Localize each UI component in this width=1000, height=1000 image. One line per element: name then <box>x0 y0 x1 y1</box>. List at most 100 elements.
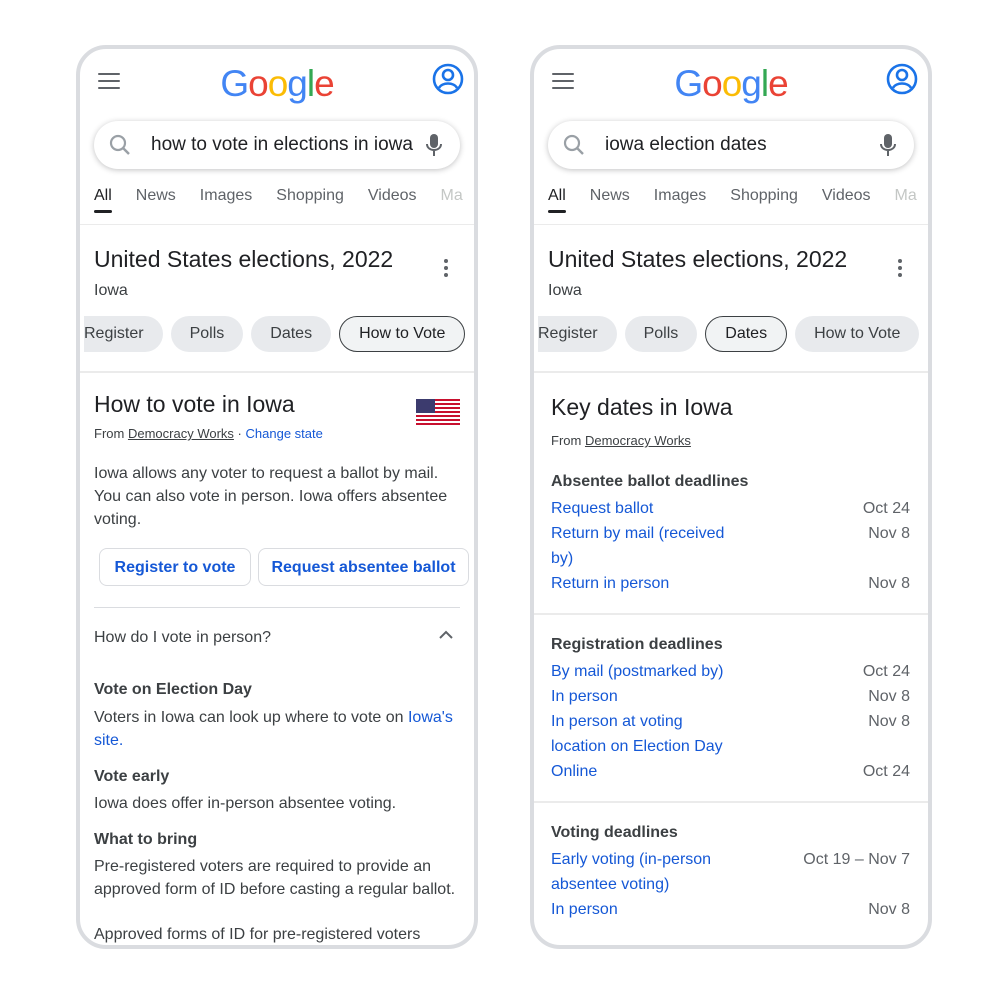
register-to-vote-button[interactable]: Register to vote <box>99 548 251 586</box>
search-input[interactable]: iowa election dates <box>605 134 767 156</box>
date-row: By mail (postmarked by) Oct 24 <box>551 659 910 684</box>
google-logo[interactable]: Google <box>80 63 474 105</box>
logo-letter: G <box>220 63 249 104</box>
logo-letter: l <box>306 63 315 104</box>
search-tabs: All News Images Shopping Videos Ma <box>94 187 474 217</box>
intro-text: Iowa allows any voter to request a ballo… <box>94 465 448 528</box>
mic-icon[interactable] <box>424 132 444 158</box>
tab-divider <box>80 224 474 225</box>
logo-letter: G <box>674 63 703 104</box>
more-vert-icon[interactable] <box>444 259 448 277</box>
tab-news[interactable]: News <box>590 187 630 211</box>
chip-dates[interactable]: Dates <box>705 316 788 352</box>
request-absentee-ballot-button[interactable]: Request absentee ballot <box>258 548 469 586</box>
search-bar[interactable]: how to vote in elections in iowa <box>94 121 460 169</box>
source-link[interactable]: Democracy Works <box>128 426 234 441</box>
date-value: Oct 24 <box>862 663 910 680</box>
logo-letter: l <box>760 63 769 104</box>
change-state-link[interactable]: Change state <box>246 426 323 441</box>
tab-shopping[interactable]: Shopping <box>276 187 344 211</box>
tab-all[interactable]: All <box>548 187 566 213</box>
date-label-link[interactable]: By mail (postmarked by) <box>551 659 741 684</box>
divider <box>534 801 928 803</box>
what-to-bring-heading: What to bring <box>94 831 198 848</box>
date-label-link[interactable]: In person at voting location on Election… <box>551 709 741 759</box>
date-value: Nov 8 <box>868 525 910 542</box>
date-label-link[interactable]: In person <box>551 897 741 922</box>
faq-question[interactable]: How do I vote in person? <box>94 626 271 649</box>
card-subtitle: Iowa <box>548 282 582 299</box>
separator: · <box>237 426 242 441</box>
chevron-up-icon[interactable] <box>438 629 454 639</box>
logo-letter: o <box>267 63 289 104</box>
phone-frame-left: Google how to vote in elections in iowa … <box>76 45 478 949</box>
date-row: Early voting (in-person absentee voting)… <box>551 847 910 897</box>
section-title: How to vote in Iowa <box>94 391 295 417</box>
date-label-link[interactable]: Early voting (in-person absentee voting) <box>551 847 741 897</box>
search-bar[interactable]: iowa election dates <box>548 121 914 169</box>
chip-how-to-vote[interactable]: How to Vote <box>339 316 466 352</box>
logo-letter: e <box>768 63 789 104</box>
phone-frame-right: Google iowa election dates All News Images… <box>530 45 932 949</box>
date-label-link[interactable]: In person <box>551 684 741 709</box>
date-row: In person Nov 8 <box>551 684 910 709</box>
logo-letter: g <box>741 63 762 104</box>
chip-polls[interactable]: Polls <box>624 316 698 352</box>
tab-shopping[interactable]: Shopping <box>730 187 798 211</box>
search-tabs: All News Images Shopping Videos Ma <box>548 187 928 217</box>
search-icon <box>109 134 130 155</box>
account-icon[interactable] <box>886 63 918 95</box>
source-line: From Democracy Works <box>551 433 691 448</box>
tab-news[interactable]: News <box>136 187 176 211</box>
chip-dates[interactable]: Dates <box>251 316 332 352</box>
date-label-link[interactable]: Online <box>551 759 741 784</box>
approved-id-text: Approved forms of ID for pre-registered … <box>94 926 421 943</box>
date-value: Oct 24 <box>862 763 910 780</box>
mic-icon[interactable] <box>878 132 898 158</box>
election-day-text: Voters in Iowa can look up where to vote… <box>94 706 464 752</box>
search-icon <box>563 134 584 155</box>
date-value: Nov 8 <box>868 901 910 918</box>
date-value: Oct 19 – Nov 7 <box>803 851 910 868</box>
chip-row: Register Polls Dates How to Vote <box>84 316 473 352</box>
tab-images[interactable]: Images <box>200 187 252 211</box>
tab-all[interactable]: All <box>94 187 112 213</box>
divider <box>534 371 928 373</box>
date-row: In person at voting location on Election… <box>551 709 910 759</box>
account-icon[interactable] <box>432 63 464 95</box>
logo-letter: o <box>248 63 269 104</box>
source-link[interactable]: Democracy Works <box>585 433 691 448</box>
tab-videos[interactable]: Videos <box>822 187 871 211</box>
chip-how-to-vote[interactable]: How to Vote <box>795 316 920 352</box>
absentee-heading: Absentee ballot deadlines <box>551 473 749 490</box>
more-vert-icon[interactable] <box>898 259 902 277</box>
divider <box>80 371 474 373</box>
google-logo[interactable]: Google <box>534 63 928 105</box>
us-flag-icon <box>416 399 460 425</box>
chip-register[interactable]: Register <box>84 316 163 352</box>
divider <box>94 607 460 608</box>
logo-letter: o <box>702 63 723 104</box>
card-title: United States elections, 2022 <box>548 246 848 272</box>
date-row: Return in person Nov 8 <box>551 571 910 596</box>
card-title: United States elections, 2022 <box>94 246 394 272</box>
date-label-link[interactable]: Return by mail (received by) <box>551 521 741 571</box>
tab-videos[interactable]: Videos <box>368 187 417 211</box>
tab-images[interactable]: Images <box>654 187 706 211</box>
card-subtitle: Iowa <box>94 282 128 299</box>
what-to-bring-text: Pre-registered voters are required to pr… <box>94 858 456 898</box>
date-row: Request ballot Oct 24 <box>551 496 910 521</box>
registration-heading: Registration deadlines <box>551 636 723 653</box>
tab-divider <box>534 224 928 225</box>
logo-letter: e <box>314 63 335 104</box>
section-title: Key dates in Iowa <box>551 394 733 420</box>
date-label-link[interactable]: Request ballot <box>551 496 741 521</box>
tab-more[interactable]: Ma <box>895 187 917 211</box>
from-label: From <box>94 426 125 441</box>
date-label-link[interactable]: Return in person <box>551 571 741 596</box>
chip-polls[interactable]: Polls <box>170 316 244 352</box>
chip-register[interactable]: Register <box>538 316 617 352</box>
tab-more[interactable]: Ma <box>441 187 463 211</box>
election-day-heading: Vote on Election Day <box>94 681 252 698</box>
search-input[interactable]: how to vote in elections in iowa <box>151 134 413 156</box>
